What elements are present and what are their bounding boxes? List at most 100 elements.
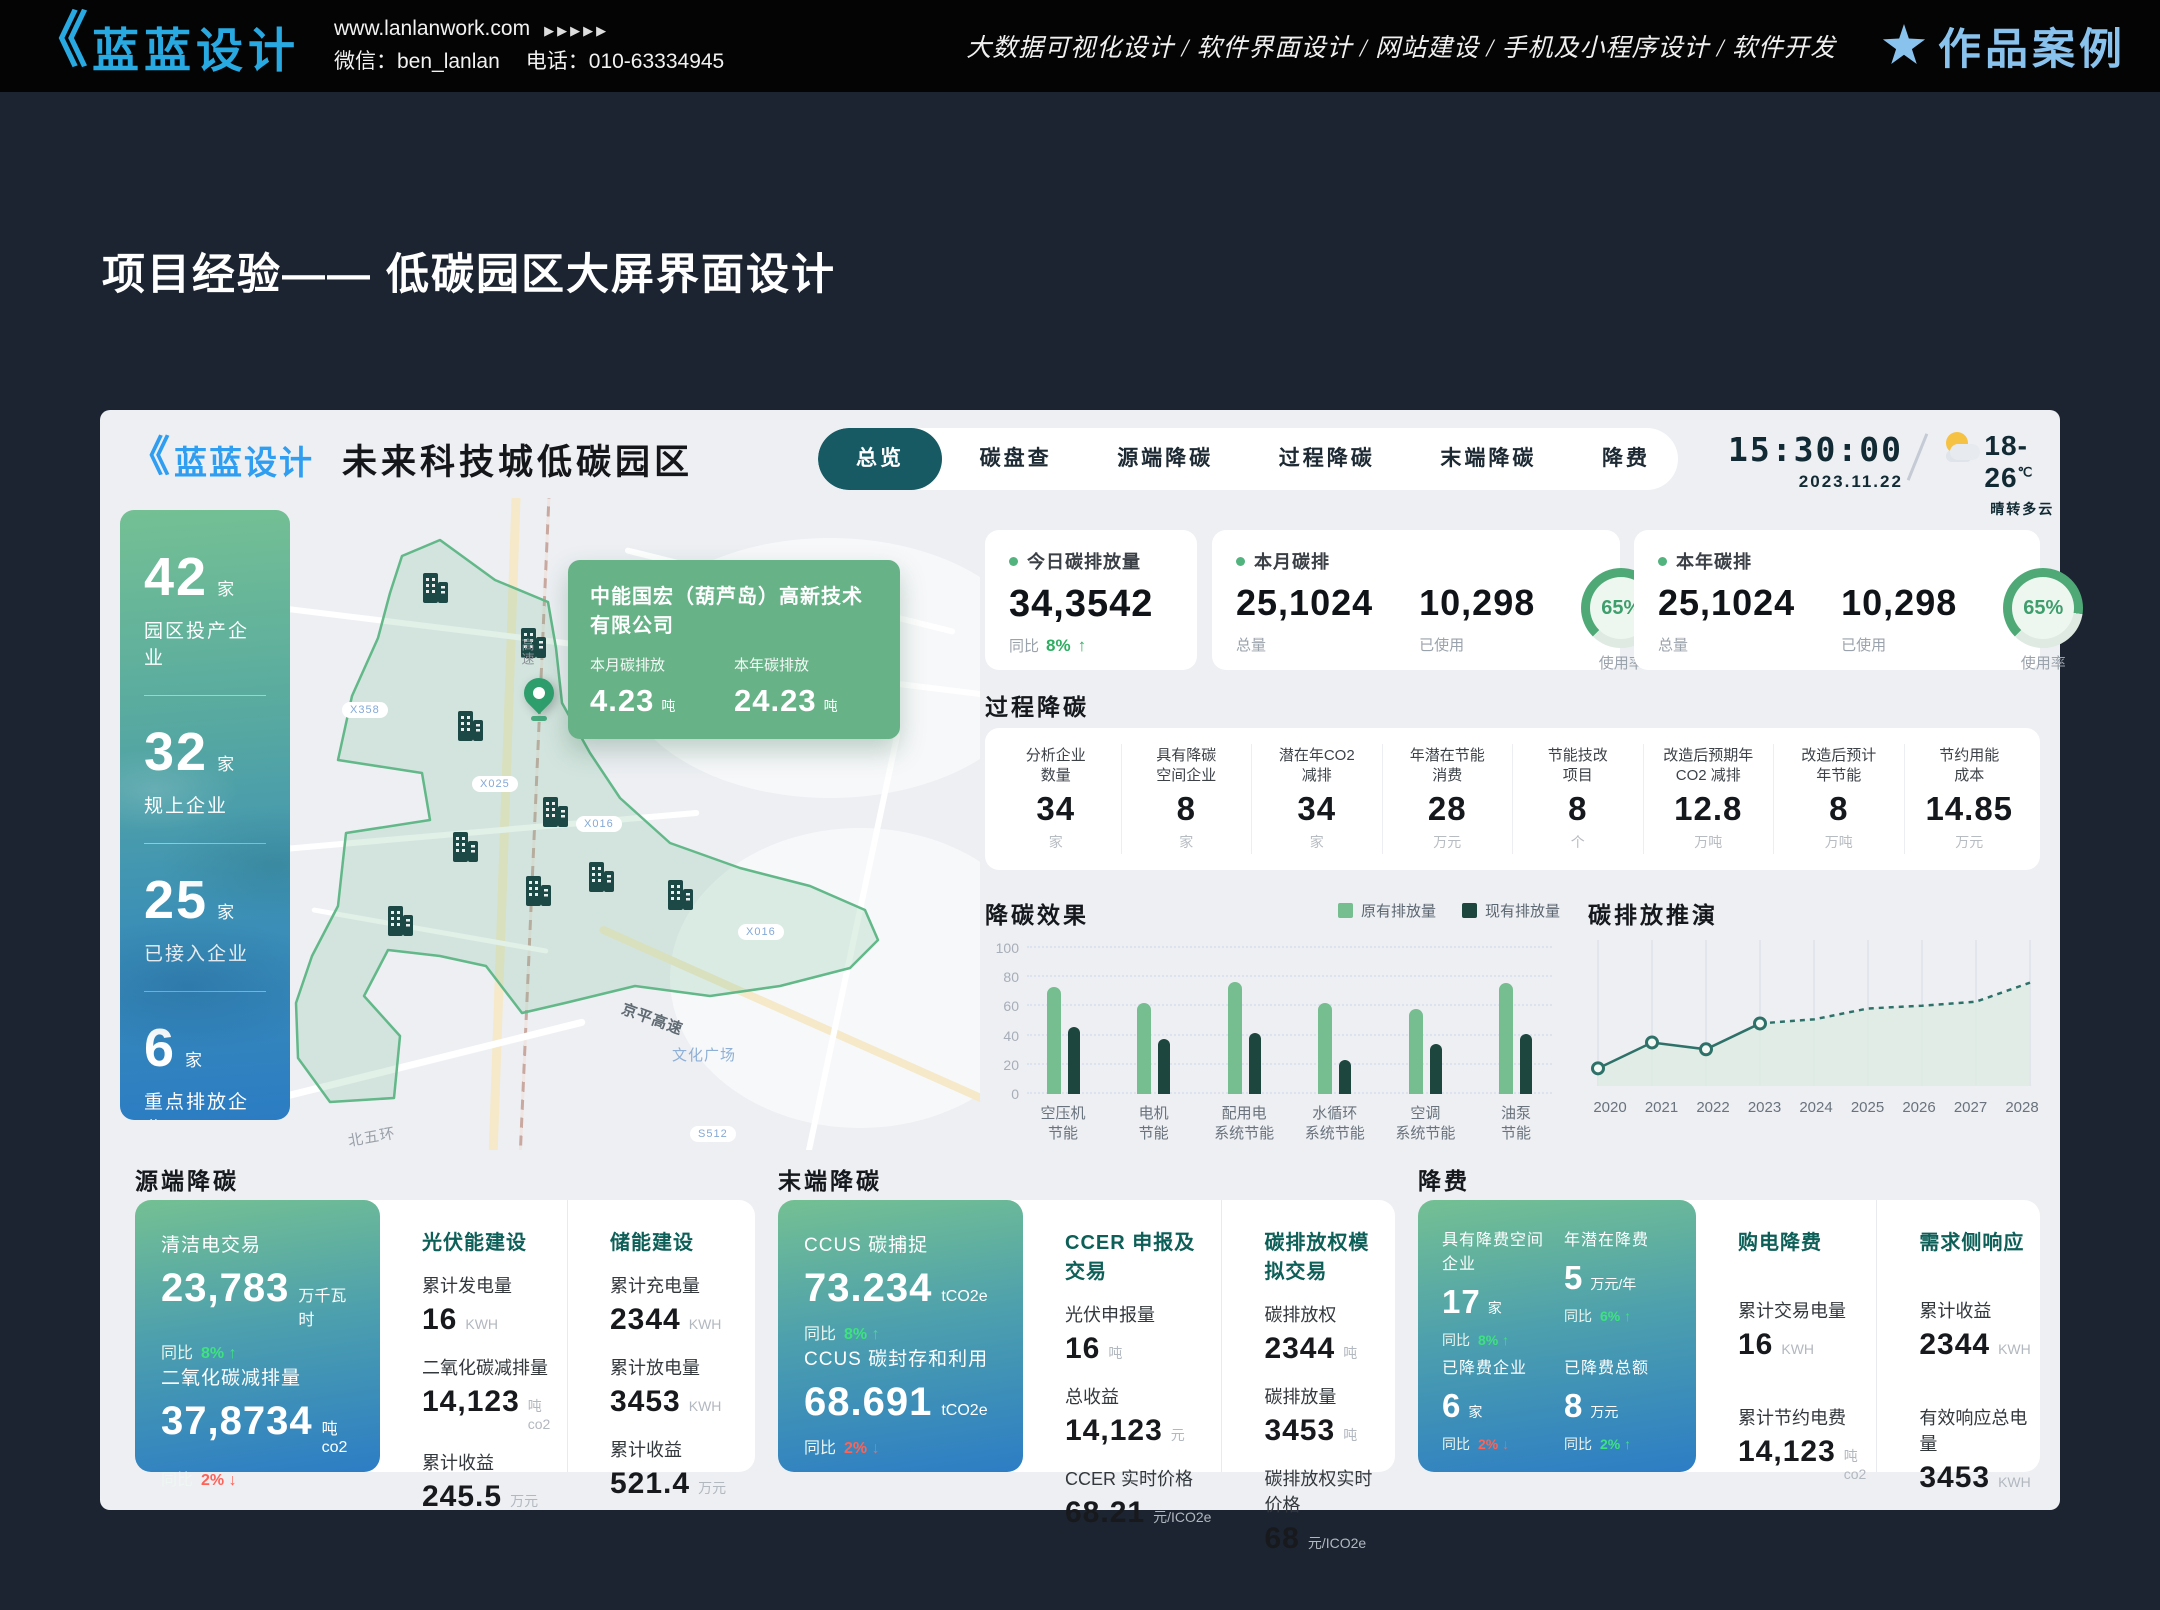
- stat-item: CCER 实时价格68.21元/ICO2e: [1065, 1465, 1211, 1530]
- bar: [1137, 1003, 1151, 1094]
- dashboard-logo-icon: 《: [128, 436, 170, 478]
- bottom-group-1: 清洁电交易23,783万千瓦时同比8% ↑二氧化碳减排量37,8734吨co2同…: [135, 1200, 755, 1472]
- line-x-label: 2028: [2000, 1099, 2044, 1116]
- gradient-stat: CCUS 碳捕捉73.234tCO2e同比8% ↑: [804, 1230, 997, 1344]
- process-stats-card: 分析企业 数量34家具有降碳 空间企业8家潜在年CO2 减排34家年潜在节能 消…: [985, 728, 2040, 870]
- bottom-group-3: 具有降费空间企业17家同比8% ↑年潜在降费5万元/年同比6% ↑已降费企业6家…: [1418, 1200, 2040, 1472]
- line-x-label: 2022: [1691, 1099, 1735, 1116]
- page: 《 蓝蓝设计 www.lanlanwork.com ▶▶▶▶▶ 微信：ben_la…: [0, 0, 2160, 1610]
- bar: [1409, 1009, 1423, 1094]
- sidebar-stat: 32家规上企业: [144, 721, 266, 818]
- line-x-label: 2021: [1640, 1099, 1684, 1116]
- process-stat-column: 节能技改 项目8个: [1512, 744, 1643, 854]
- process-stat-column: 分析企业 数量34家: [991, 744, 1121, 854]
- building-marker[interactable]: [381, 903, 417, 939]
- gradient-highlight-card: 具有降费空间企业17家同比8% ↑年潜在降费5万元/年同比6% ↑已降费企业6家…: [1418, 1200, 1696, 1472]
- sidebar-stat: 6家重点排放企业: [144, 1017, 266, 1120]
- site-url: www.lanlanwork.com: [334, 17, 530, 40]
- road-number-badge: S512: [690, 1126, 736, 1142]
- page-title: 项目经验—— 低碳园区大屏界面设计: [102, 240, 836, 302]
- bar: [1158, 1039, 1170, 1094]
- green-dot-icon: [1236, 557, 1245, 566]
- stat-item: 累计收益2344KWH: [1919, 1297, 2030, 1362]
- divider: [1907, 433, 1929, 480]
- year-emission: 本年碳排放 24.23吨: [734, 654, 878, 719]
- white-stat-column: 购电降费累计交易电量16KWH累计节约电费14,123吨co2: [1696, 1200, 1876, 1472]
- map-place-label: 高速: [518, 638, 536, 666]
- park-map[interactable]: 龙腾世纪 文化广场京平高速文化广场北五环高速X358X025X016X016S5…: [290, 498, 980, 1150]
- gradient-stat: 已降费总额8万元同比2% ↑: [1564, 1354, 1672, 1454]
- gradient-stat: 二氧化碳减排量37,8734吨co2同比2% ↓: [161, 1363, 354, 1490]
- bar-group: [1027, 948, 1099, 1094]
- stat-item: 有效响应总电量3453KWH: [1919, 1404, 2030, 1495]
- clock-time: 15:30:00: [1728, 430, 1903, 469]
- building-marker[interactable]: [446, 829, 482, 865]
- bar-chart-legend: 原有排放量现有排放量: [1250, 900, 1560, 921]
- tab-过程降碳[interactable]: 过程降碳: [1251, 428, 1403, 490]
- gradient-stat: 具有降费空间企业17家同比8% ↑: [1442, 1226, 1550, 1350]
- weather-desc: 晴转多云: [1984, 499, 2060, 519]
- bottom-group-2: CCUS 碳捕捉73.234tCO2e同比8% ↑CCUS 碳封存和利用68.6…: [778, 1200, 1395, 1472]
- tab-源端降碳[interactable]: 源端降碳: [1089, 428, 1241, 490]
- process-stat-column: 改造后预计 年节能8万吨: [1773, 744, 1904, 854]
- tab-碳盘查[interactable]: 碳盘查: [952, 428, 1080, 490]
- usage-ring-gauge: 65%: [2003, 568, 2083, 648]
- portfolio-label: 作品案例: [1938, 15, 2126, 77]
- white-stat-column: 需求侧响应累计收益2344KWH有效响应总电量3453KWH: [1876, 1200, 2040, 1472]
- portfolio-link[interactable]: 作品案例: [1882, 15, 2126, 77]
- bar: [1430, 1044, 1442, 1094]
- clock-date: 2023.11.22: [1728, 472, 1903, 492]
- stat-item: 累计收益521.4万元: [610, 1436, 745, 1501]
- bar-x-label: 空调 系统节能: [1389, 1104, 1461, 1145]
- site-services-list: 大数据可视化设计 / 软件界面设计 / 网站建设 / 手机及小程序设计 / 软件…: [966, 28, 1836, 64]
- month-emission: 本月碳排放 4.23吨: [590, 654, 734, 719]
- stat-item: 累计发电量16KWH: [422, 1272, 557, 1337]
- process-stat-column: 潜在年CO2 减排34家: [1251, 744, 1382, 854]
- divider: [144, 991, 266, 992]
- site-logo: 《 蓝蓝设计: [28, 12, 300, 81]
- site-wechat: 微信：ben_lanlan: [334, 50, 500, 73]
- divider: [144, 843, 266, 844]
- divider: [144, 695, 266, 696]
- kpi-yoy: 同比8%↑: [1009, 635, 1173, 656]
- stat-item: 碳排放量3453吨: [1264, 1383, 1385, 1448]
- green-dot-icon: [1009, 557, 1018, 566]
- dashboard-screenshot: 《 蓝蓝设计 未来科技城低碳园区 总览碳盘查源端降碳过程降碳末端降碳降费 15:…: [100, 410, 2060, 1510]
- line-x-label: 2025: [1846, 1099, 1890, 1116]
- building-marker[interactable]: [416, 570, 452, 606]
- kpi-card-today: 今日碳排放量 34,3542 同比8%↑: [985, 530, 1197, 670]
- emission-projection-line-chart: 202020212022202320242025202620272028: [1588, 934, 2044, 1148]
- weather-widget: 18-26℃ 晴转多云: [1942, 430, 2060, 519]
- stat-item: 累计节约电费14,123吨co2: [1738, 1404, 1866, 1482]
- bar: [1520, 1034, 1532, 1094]
- gradient-highlight-card: CCUS 碳捕捉73.234tCO2e同比8% ↑CCUS 碳封存和利用68.6…: [778, 1200, 1023, 1472]
- bar: [1047, 987, 1061, 1094]
- site-logo-text: 蓝蓝设计: [92, 12, 300, 81]
- line-x-label: 2020: [1588, 1099, 1632, 1116]
- road-number-badge: X016: [576, 816, 622, 832]
- weather-temp: 18-26℃: [1984, 430, 2060, 494]
- gradient-stat: 清洁电交易23,783万千瓦时同比8% ↑: [161, 1230, 354, 1363]
- stat-item: 累计充电量2344KWH: [610, 1272, 745, 1337]
- tab-降费[interactable]: 降费: [1574, 428, 1678, 490]
- building-marker[interactable]: [519, 873, 555, 909]
- building-marker[interactable]: [451, 708, 487, 744]
- arrows-icon: ▶▶▶▶▶: [544, 23, 609, 38]
- white-stat-column: 储能建设累计充电量2344KWH累计放电量3453KWH累计收益521.4万元: [567, 1200, 755, 1472]
- section-title-2: 末端降碳: [778, 1162, 882, 1196]
- legend-item: 现有排放量: [1462, 900, 1560, 921]
- building-marker[interactable]: [661, 877, 697, 913]
- line-x-label: 2027: [1949, 1099, 1993, 1116]
- stat-item: 总收益14,123元: [1065, 1383, 1211, 1448]
- kpi-card-month: 本月碳排25,1024总量10,298已使用65%使用率: [1212, 530, 1620, 670]
- dashboard-logo-text: 蓝蓝设计: [174, 436, 314, 484]
- building-marker[interactable]: [582, 859, 618, 895]
- company-tooltip: 中能国宏（葫芦岛）高新技术有限公司 本月碳排放 4.23吨 本年碳排放 24.2…: [568, 560, 900, 739]
- building-marker[interactable]: [536, 794, 572, 830]
- gradient-stat: 已降费企业6家同比2% ↓: [1442, 1354, 1550, 1454]
- section-title-1: 源端降碳: [135, 1162, 239, 1196]
- stat-item: 碳排放权实时价格68元/ICO2e: [1264, 1465, 1385, 1556]
- tab-末端降碳[interactable]: 末端降碳: [1412, 428, 1564, 490]
- white-stat-column: 碳排放权模拟交易碳排放权2344吨碳排放量3453吨碳排放权实时价格68元/IC…: [1221, 1200, 1395, 1472]
- tab-总览[interactable]: 总览: [818, 428, 942, 490]
